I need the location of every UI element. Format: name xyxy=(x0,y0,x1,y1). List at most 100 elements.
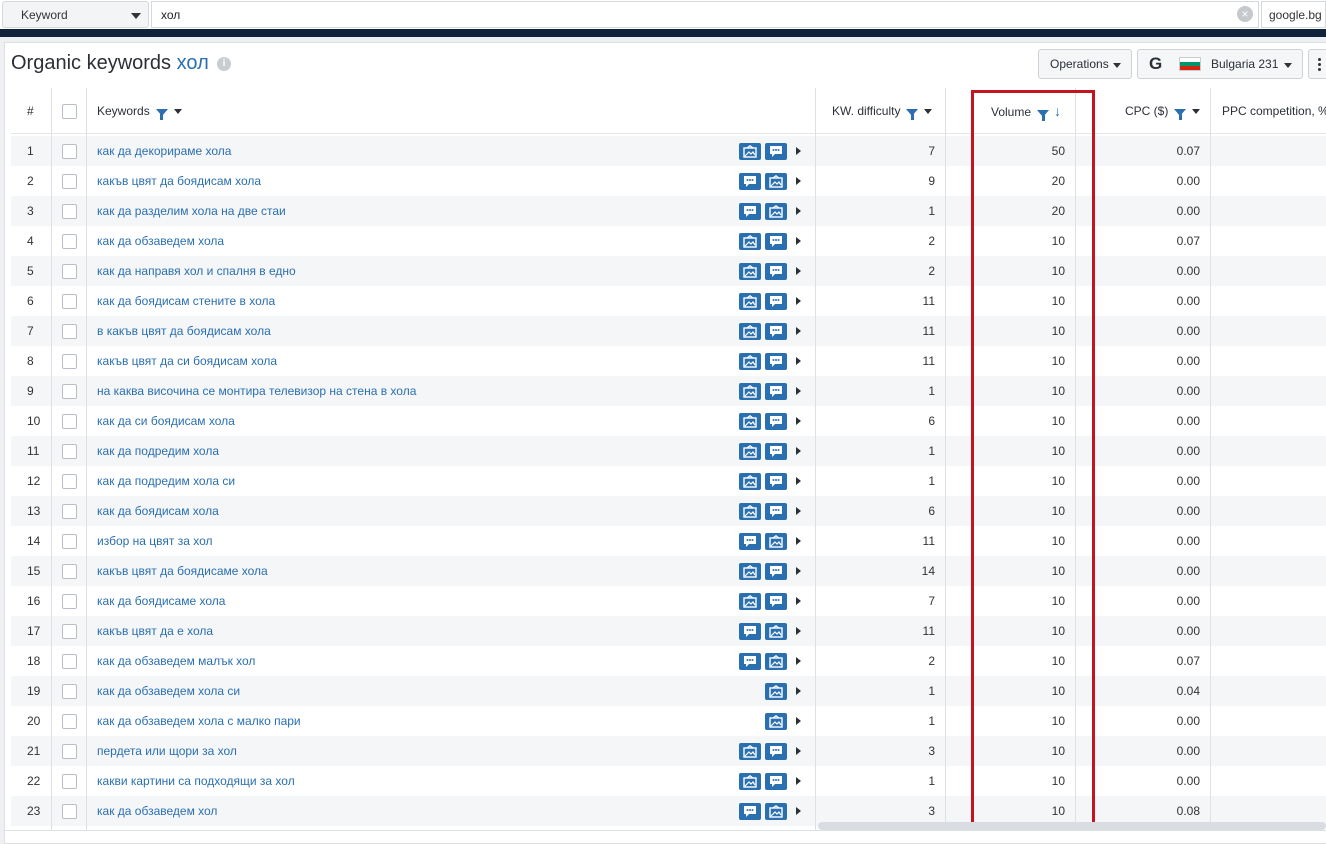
comment-icon[interactable] xyxy=(739,623,761,640)
row-checkbox[interactable] xyxy=(62,654,77,669)
keyword-link[interactable]: как да подредим хола си xyxy=(97,466,235,496)
comment-icon[interactable] xyxy=(765,743,787,760)
row-checkbox[interactable] xyxy=(62,744,77,759)
comment-icon[interactable] xyxy=(765,773,787,790)
row-checkbox[interactable] xyxy=(62,804,77,819)
comment-icon[interactable] xyxy=(765,143,787,160)
keyword-link[interactable]: как да направя хол и спалня в едно xyxy=(97,256,296,286)
row-checkbox[interactable] xyxy=(62,714,77,729)
keyword-link[interactable]: как да обзаведем хола с малко пари xyxy=(97,706,301,736)
comment-icon[interactable] xyxy=(765,293,787,310)
expand-arrow-icon[interactable] xyxy=(796,687,801,695)
row-checkbox[interactable] xyxy=(62,234,77,249)
comment-icon[interactable] xyxy=(739,653,761,670)
expand-arrow-icon[interactable] xyxy=(796,597,801,605)
keyword-link[interactable]: как да си боядисам хола xyxy=(97,406,235,436)
more-options-button[interactable] xyxy=(1308,49,1326,79)
row-checkbox[interactable] xyxy=(62,684,77,699)
image-icon[interactable] xyxy=(739,233,761,250)
comment-icon[interactable] xyxy=(765,263,787,280)
operations-button[interactable]: Operations xyxy=(1038,49,1132,79)
image-icon[interactable] xyxy=(765,173,787,190)
row-checkbox[interactable] xyxy=(62,504,77,519)
image-icon[interactable] xyxy=(739,473,761,490)
comment-icon[interactable] xyxy=(765,563,787,580)
image-icon[interactable] xyxy=(739,593,761,610)
comment-icon[interactable] xyxy=(765,473,787,490)
row-checkbox[interactable] xyxy=(62,144,77,159)
image-icon[interactable] xyxy=(739,323,761,340)
expand-arrow-icon[interactable] xyxy=(796,267,801,275)
row-checkbox[interactable] xyxy=(62,594,77,609)
comment-icon[interactable] xyxy=(765,593,787,610)
expand-arrow-icon[interactable] xyxy=(796,207,801,215)
image-icon[interactable] xyxy=(739,503,761,520)
column-header-cpc[interactable]: CPC ($) xyxy=(1125,88,1201,134)
row-checkbox[interactable] xyxy=(62,264,77,279)
image-icon[interactable] xyxy=(739,773,761,790)
expand-arrow-icon[interactable] xyxy=(796,327,801,335)
keyword-link[interactable]: как да боядисам хола xyxy=(97,496,219,526)
image-icon[interactable] xyxy=(765,653,787,670)
row-checkbox[interactable] xyxy=(62,294,77,309)
comment-icon[interactable] xyxy=(739,173,761,190)
filter-icon[interactable] xyxy=(155,109,168,120)
comment-icon[interactable] xyxy=(765,383,787,400)
select-all-checkbox[interactable] xyxy=(62,104,77,119)
info-icon[interactable]: i xyxy=(217,57,231,71)
comment-icon[interactable] xyxy=(765,503,787,520)
expand-arrow-icon[interactable] xyxy=(796,357,801,365)
image-icon[interactable] xyxy=(765,803,787,820)
chevron-down-icon[interactable] xyxy=(1192,109,1201,114)
expand-arrow-icon[interactable] xyxy=(796,237,801,245)
row-checkbox[interactable] xyxy=(62,204,77,219)
keyword-link[interactable]: как да разделим хола на две стаи xyxy=(97,196,286,226)
search-type-select[interactable]: Keyword xyxy=(2,1,149,28)
column-header-keywords[interactable]: Keywords xyxy=(97,88,182,134)
keyword-link[interactable]: какъв цвят да боядисам хола xyxy=(97,166,261,196)
keyword-link[interactable]: как да боядисаме хола xyxy=(97,586,225,616)
expand-arrow-icon[interactable] xyxy=(796,747,801,755)
image-icon[interactable] xyxy=(739,413,761,430)
image-icon[interactable] xyxy=(765,533,787,550)
expand-arrow-icon[interactable] xyxy=(796,477,801,485)
expand-arrow-icon[interactable] xyxy=(796,537,801,545)
keyword-link[interactable]: на каква височина се монтира телевизор н… xyxy=(97,376,416,406)
expand-arrow-icon[interactable] xyxy=(796,567,801,575)
filter-icon[interactable] xyxy=(1174,109,1187,120)
keyword-link[interactable]: как да обзаведем хола си xyxy=(97,676,240,706)
image-icon[interactable] xyxy=(739,443,761,460)
image-icon[interactable] xyxy=(739,353,761,370)
comment-icon[interactable] xyxy=(765,443,787,460)
chevron-down-icon[interactable] xyxy=(924,109,933,114)
row-checkbox[interactable] xyxy=(62,354,77,369)
image-icon[interactable] xyxy=(765,203,787,220)
expand-arrow-icon[interactable] xyxy=(796,417,801,425)
clear-icon[interactable]: × xyxy=(1237,6,1253,22)
keyword-link[interactable]: какви картини са подходящи за хол xyxy=(97,766,295,796)
image-icon[interactable] xyxy=(765,713,787,730)
expand-arrow-icon[interactable] xyxy=(796,297,801,305)
expand-arrow-icon[interactable] xyxy=(796,177,801,185)
comment-icon[interactable] xyxy=(765,413,787,430)
row-checkbox[interactable] xyxy=(62,324,77,339)
row-checkbox[interactable] xyxy=(62,384,77,399)
expand-arrow-icon[interactable] xyxy=(796,447,801,455)
comment-icon[interactable] xyxy=(765,233,787,250)
search-input[interactable]: хол xyxy=(151,1,1259,28)
comment-icon[interactable] xyxy=(765,353,787,370)
expand-arrow-icon[interactable] xyxy=(796,807,801,815)
image-icon[interactable] xyxy=(739,383,761,400)
comment-icon[interactable] xyxy=(739,203,761,220)
keyword-link[interactable]: как да боядисам стените в хола xyxy=(97,286,275,316)
database-select[interactable]: google.bg xyxy=(1261,1,1326,28)
image-icon[interactable] xyxy=(739,293,761,310)
expand-arrow-icon[interactable] xyxy=(796,657,801,665)
expand-arrow-icon[interactable] xyxy=(796,387,801,395)
row-checkbox[interactable] xyxy=(62,624,77,639)
image-icon[interactable] xyxy=(739,143,761,160)
keyword-link[interactable]: какъв цвят да боядисаме хола xyxy=(97,556,268,586)
image-icon[interactable] xyxy=(739,563,761,580)
keyword-link[interactable]: пердета или щори за хол xyxy=(97,736,237,766)
column-header-ppc-competition[interactable]: PPC competition, % xyxy=(1222,88,1326,134)
